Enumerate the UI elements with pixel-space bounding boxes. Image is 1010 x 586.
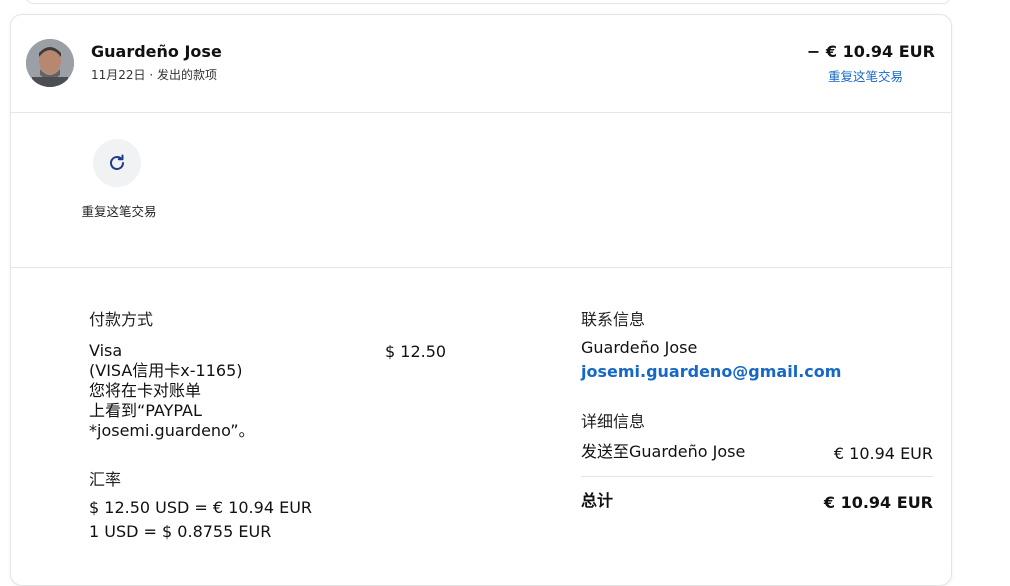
exchange-rate-line1: $ 12.50 USD = € 10.94 EUR <box>89 498 313 517</box>
transaction-type: 发出的款项 <box>157 68 218 82</box>
refresh-icon <box>110 154 124 170</box>
payment-method-details: Visa (VISA信用卡x-1165) 您将在卡对账单 上看到“PAYPAL … <box>89 341 255 441</box>
sent-to-label: 发送至Guardeño Jose <box>581 442 746 461</box>
total-amount: € 10.94 EUR <box>823 493 933 512</box>
contact-name: Guardeño Jose <box>581 338 698 357</box>
transaction-header: Guardeño Jose 11月22日 · 发出的款项 − € 10.94 E… <box>11 15 951 113</box>
repeat-transaction-label: 重复这笔交易 <box>81 204 157 219</box>
repeat-transaction-link[interactable]: 重复这笔交易 <box>828 66 903 85</box>
payment-method-line: 上看到“PAYPAL <box>89 401 202 420</box>
repeat-transaction-button[interactable] <box>93 139 141 187</box>
payment-method-line: Visa <box>89 341 123 360</box>
transaction-card: Guardeño Jose 11月22日 · 发出的款项 − € 10.94 E… <box>10 14 952 586</box>
actions-section: 重复这笔交易 <box>11 113 951 268</box>
payee-name: Guardeño Jose <box>91 42 222 61</box>
payment-method-line: (VISA信用卡x-1165) <box>89 361 243 380</box>
exchange-rate-line2: 1 USD = $ 0.8755 EUR <box>89 522 272 541</box>
payment-method-line: *josemi.guardeno”。 <box>89 421 255 440</box>
exchange-rate-title: 汇率 <box>89 470 122 489</box>
payment-amount: $ 12.50 <box>385 342 447 361</box>
payment-method-line: 您将在卡对账单 <box>89 381 202 400</box>
payment-method-title: 付款方式 <box>89 310 154 329</box>
previous-card-edge <box>26 0 950 4</box>
sent-amount: € 10.94 EUR <box>833 444 933 463</box>
transaction-amount: − € 10.94 EUR <box>806 42 935 61</box>
avatar <box>26 39 74 87</box>
subline-separator: · <box>149 68 154 82</box>
contact-email-link[interactable]: josemi.guardeno@gmail.com <box>581 362 841 381</box>
contact-info-title: 联系信息 <box>581 310 646 329</box>
details-divider <box>581 476 933 477</box>
total-label: 总计 <box>581 491 614 510</box>
transaction-subline: 11月22日 · 发出的款项 <box>91 66 217 83</box>
details-title: 详细信息 <box>581 412 646 431</box>
transaction-date: 11月22日 <box>91 68 146 82</box>
